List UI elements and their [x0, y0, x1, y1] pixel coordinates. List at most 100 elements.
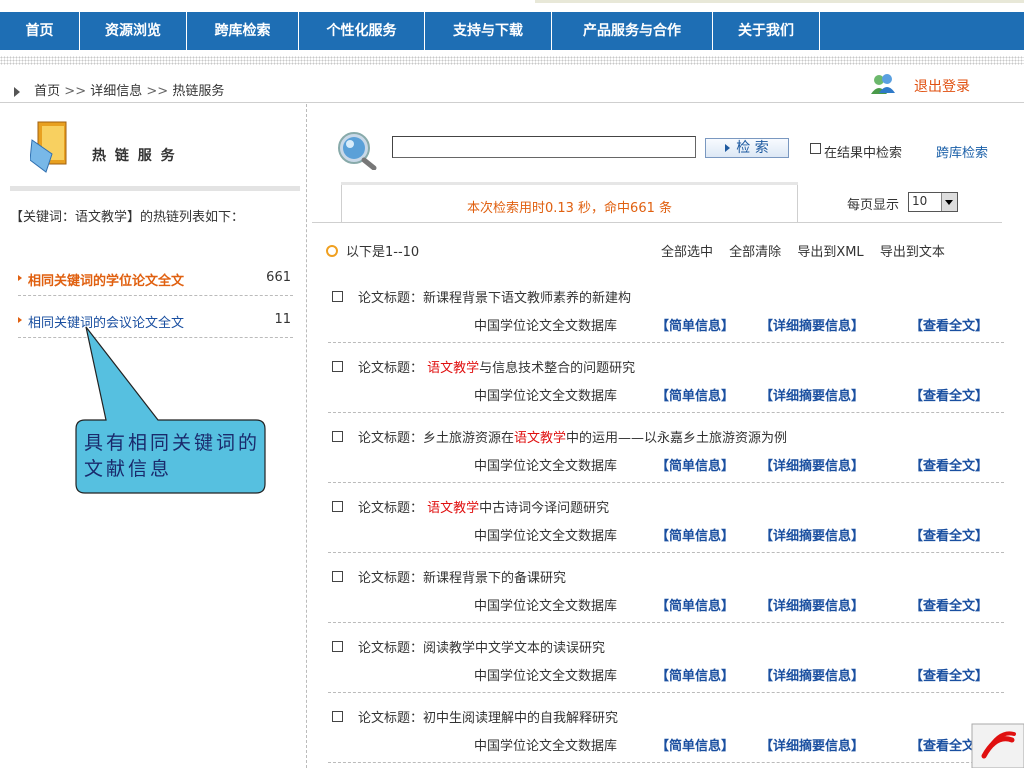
view-fulltext-link[interactable]: 【查看全文】: [910, 455, 988, 474]
bullet-arrow-icon: [18, 275, 22, 281]
export-xml-link[interactable]: 导出到XML: [797, 245, 863, 260]
breadcrumb-detail[interactable]: 详细信息: [90, 84, 142, 99]
result-title-pre: 初中生阅读理解中的自我解释研究: [423, 711, 619, 726]
result-row: 论文标题： 语文教学与信息技术整合的问题研究 中国学位论文全文数据库 【简单信息】 【…: [328, 353, 1004, 423]
detail-abstract-link[interactable]: 【详细摘要信息】: [760, 525, 864, 544]
simple-info-link[interactable]: 【简单信息】: [656, 315, 734, 334]
result-database: 中国学位论文全文数据库: [474, 739, 618, 754]
clear-all-link[interactable]: 全部清除: [729, 245, 781, 260]
view-fulltext-link[interactable]: 【查看全文】: [910, 595, 988, 614]
perpage-value: 10: [912, 194, 928, 208]
detail-abstract-link[interactable]: 【详细摘要信息】: [760, 315, 864, 334]
result-title-post: 中的运用——以永嘉乡土旅游资源为例: [566, 431, 788, 446]
result-title-prefix: 论文标题：: [358, 501, 424, 516]
view-fulltext-link[interactable]: 【查看全文】: [910, 525, 988, 544]
result-title[interactable]: 论文标题：新课程背景下语文教师素养的新建构: [358, 287, 631, 306]
result-title[interactable]: 论文标题：初中生阅读理解中的自我解释研究: [358, 707, 618, 726]
detail-abstract-link[interactable]: 【详细摘要信息】: [760, 455, 864, 474]
nav-browse[interactable]: 资源浏览: [80, 12, 187, 50]
sidebar-item-count: 661: [266, 270, 291, 285]
search-within-label: 在结果中检索: [824, 146, 903, 161]
nav-cross-search[interactable]: 跨库检索: [187, 12, 299, 50]
stats-divider: [312, 222, 1002, 223]
sidebar-title: 热 链 服 务: [92, 148, 177, 164]
result-title[interactable]: 论文标题： 语文教学中古诗词今译问题研究: [358, 497, 609, 516]
breadcrumb-current: 热链服务: [172, 84, 225, 99]
column-divider: [306, 104, 307, 768]
result-title[interactable]: 论文标题： 语文教学与信息技术整合的问题研究: [358, 357, 635, 376]
top-strip: [535, 0, 1024, 3]
nav-support[interactable]: 支持与下载: [425, 12, 552, 50]
result-row: 论文标题： 语文教学中古诗词今译问题研究中国学位论文全文数据库 【简单信息】 【详细…: [328, 493, 1004, 563]
result-title-prefix: 论文标题：: [358, 291, 424, 306]
result-row: 论文标题：新课程背景下的备课研究中国学位论文全文数据库 【简单信息】 【详细摘要信息…: [328, 563, 1004, 633]
result-title-pre: 乡土旅游资源在: [423, 431, 515, 446]
result-checkbox[interactable]: [332, 501, 343, 512]
search-within-checkbox[interactable]: [810, 143, 821, 154]
export-text-link[interactable]: 导出到文本: [880, 245, 945, 260]
dotted-divider: [0, 56, 1024, 65]
perpage-select[interactable]: 10: [908, 192, 958, 212]
sidebar-item-thesis[interactable]: 相同关键词的学位论文全文 661: [18, 266, 293, 296]
simple-info-link[interactable]: 【简单信息】: [656, 735, 734, 754]
result-title-pre: 阅读教学中文学文本的读误研究: [423, 641, 606, 656]
result-title-prefix: 论文标题：: [358, 711, 424, 726]
result-title-prefix: 论文标题：: [358, 641, 424, 656]
result-divider: [328, 622, 1004, 623]
result-divider: [328, 342, 1004, 343]
nav-about[interactable]: 关于我们: [713, 12, 820, 50]
result-checkbox[interactable]: [332, 641, 343, 652]
simple-info-link[interactable]: 【简单信息】: [656, 455, 734, 474]
simple-info-link[interactable]: 【简单信息】: [656, 385, 734, 404]
result-row: 论文标题：初中生阅读理解中的自我解释研究中国学位论文全文数据库 【简单信息】 【详细…: [328, 703, 1004, 773]
result-checkbox[interactable]: [332, 291, 343, 302]
result-title-prefix: 论文标题：: [358, 571, 424, 586]
breadcrumb-arrow-icon: [14, 86, 20, 97]
breadcrumb: 首页 >> 详细信息 >> 热链服务: [14, 80, 224, 99]
stats-tab: 本次检索用时0.13 秒，命中661 条: [341, 185, 798, 223]
detail-abstract-link[interactable]: 【详细摘要信息】: [760, 735, 864, 754]
view-fulltext-link[interactable]: 【查看全文】: [910, 665, 988, 684]
search-button-label: 检 索: [736, 140, 769, 156]
result-title[interactable]: 论文标题：新课程背景下的备课研究: [358, 567, 566, 586]
breadcrumb-home[interactable]: 首页: [34, 84, 60, 99]
chevron-down-icon: [941, 193, 957, 211]
select-all-link[interactable]: 全部选中: [661, 245, 713, 260]
result-checkbox[interactable]: [332, 571, 343, 582]
search-icon: [338, 132, 377, 170]
result-database: 中国学位论文全文数据库: [474, 529, 618, 544]
search-button[interactable]: 检 索: [705, 138, 789, 158]
result-checkbox[interactable]: [332, 711, 343, 722]
result-divider: [328, 762, 1004, 763]
result-title-highlight: 语文教学: [427, 501, 480, 516]
view-fulltext-link[interactable]: 【查看全文】: [910, 315, 988, 334]
simple-info-link[interactable]: 【简单信息】: [656, 665, 734, 684]
simple-info-link[interactable]: 【简单信息】: [656, 595, 734, 614]
result-title-highlight: 语文教学: [514, 431, 567, 446]
result-checkbox[interactable]: [332, 431, 343, 442]
result-database: 中国学位论文全文数据库: [474, 599, 618, 614]
detail-abstract-link[interactable]: 【详细摘要信息】: [760, 595, 864, 614]
nav-home[interactable]: 首页: [0, 12, 80, 50]
stats-text: 本次检索用时0.13 秒，命中661 条: [466, 201, 673, 216]
nav-personal[interactable]: 个性化服务: [299, 12, 425, 50]
detail-abstract-link[interactable]: 【详细摘要信息】: [760, 665, 864, 684]
result-title-pre: 新课程背景下语文教师素养的新建构: [423, 291, 632, 306]
sidebar-item-conference[interactable]: 相同关键词的会议论文全文 11: [18, 308, 293, 338]
cross-search-link[interactable]: 跨库检索: [936, 142, 988, 161]
detail-abstract-link[interactable]: 【详细摘要信息】: [760, 385, 864, 404]
result-row: 论文标题：新课程背景下语文教师素养的新建构 中国学位论文全文数据库 【简单信息】 【详…: [328, 283, 1004, 353]
nav-products[interactable]: 产品服务与合作: [552, 12, 713, 50]
search-input[interactable]: [392, 136, 696, 158]
simple-info-link[interactable]: 【简单信息】: [656, 525, 734, 544]
logout-label: 退出登录: [914, 79, 970, 95]
header-divider: [0, 102, 1024, 103]
result-divider: [328, 692, 1004, 693]
result-row: 论文标题：乡土旅游资源在语文教学中的运用——以永嘉乡土旅游资源为例中国学位论文全…: [328, 423, 1004, 493]
result-database: 中国学位论文全文数据库: [474, 459, 618, 474]
book-icon: [30, 121, 67, 173]
result-title[interactable]: 论文标题：阅读教学中文学文本的读误研究: [358, 637, 605, 656]
result-title[interactable]: 论文标题：乡土旅游资源在语文教学中的运用——以永嘉乡土旅游资源为例: [358, 427, 787, 446]
view-fulltext-link[interactable]: 【查看全文】: [910, 385, 988, 404]
result-checkbox[interactable]: [332, 361, 343, 372]
